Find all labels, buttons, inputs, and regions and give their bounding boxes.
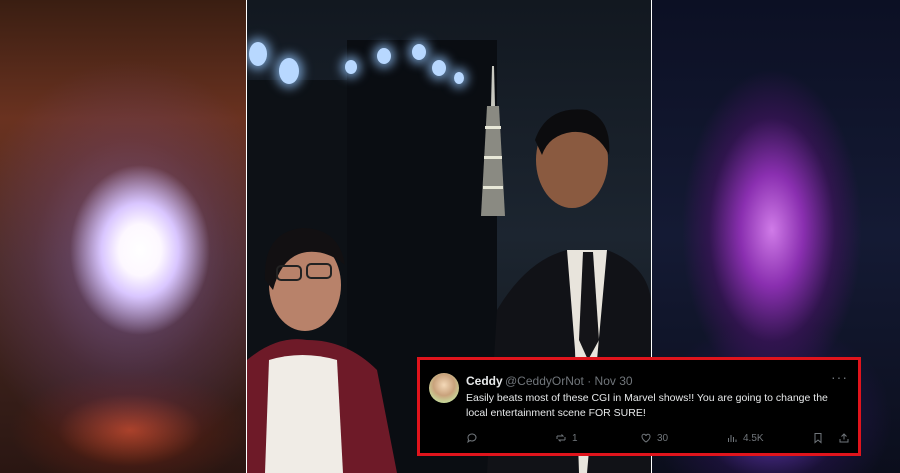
- left-image-panel: [0, 0, 246, 473]
- share-icon: [839, 433, 849, 443]
- tweet-text: Easily beats most of these CGI in Marvel…: [466, 392, 828, 419]
- rooftop-light: [412, 44, 426, 60]
- more-options-icon[interactable]: ···: [831, 369, 848, 385]
- rooftop-light: [432, 60, 446, 76]
- tweet-card[interactable]: Ceddy @CeddyOrNot · Nov 30 ··· Easily be…: [417, 357, 861, 456]
- retweet-count: 1: [572, 432, 578, 444]
- rooftop-light: [454, 72, 464, 84]
- man-with-glasses: [247, 228, 397, 473]
- bookmark-button[interactable]: [812, 430, 824, 446]
- avatar[interactable]: [429, 373, 459, 403]
- rooftop-light: [249, 42, 267, 66]
- handle-and-date[interactable]: @CeddyOrNot · Nov 30: [505, 374, 633, 388]
- rooftop-light: [279, 58, 299, 84]
- rooftop-light: [377, 48, 391, 64]
- like-button[interactable]: 30: [640, 430, 668, 446]
- retweet-button[interactable]: 1: [555, 430, 578, 446]
- views-button[interactable]: 4.5K: [726, 430, 764, 446]
- reply-icon: [467, 433, 477, 444]
- retweet-icon: [556, 434, 566, 442]
- reply-button[interactable]: [466, 430, 483, 446]
- views-count: 4.5K: [743, 432, 764, 444]
- like-count: 30: [657, 432, 669, 444]
- rooftop-light: [345, 60, 357, 74]
- bookmark-icon: [814, 433, 822, 444]
- share-button[interactable]: [838, 430, 850, 446]
- views-icon: [728, 435, 737, 442]
- display-name[interactable]: Ceddy: [466, 374, 503, 388]
- like-icon: [641, 433, 651, 443]
